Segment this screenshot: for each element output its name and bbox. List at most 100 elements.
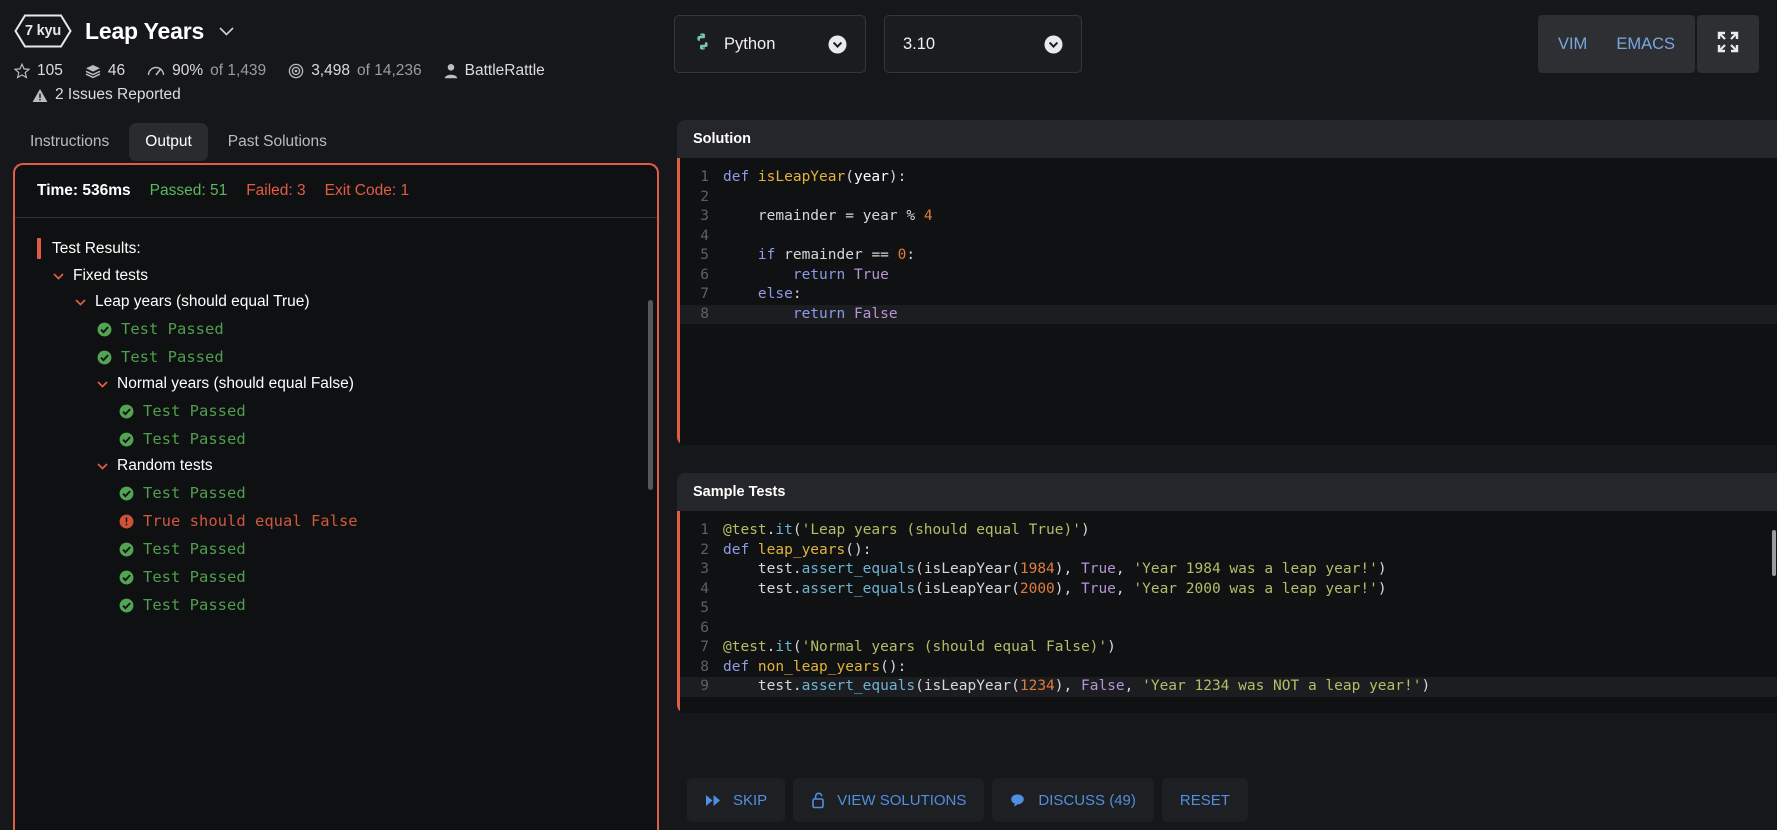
editor-mode-controls: VIM EMACS (1537, 15, 1759, 73)
code-line: 3 remainder = year % 4 (677, 207, 1777, 227)
code-line: 4 test.assert_equals(isLeapYear(2000), T… (677, 580, 1777, 600)
unlock-icon (811, 792, 826, 809)
editor-toolbar: Python 3.10 VIM EMACS (672, 0, 1777, 88)
test-group-row[interactable]: Leap years (should equal True) (15, 289, 657, 315)
test-result-label: Test Passed (121, 348, 224, 366)
output-summary-bar: Time: 536ms Passed: 51 Failed: 3 Exit Co… (15, 165, 657, 218)
test-passed-row: Test Passed (15, 343, 657, 371)
stat-satisfaction: 90% of 1,439 (147, 62, 266, 80)
test-group-label: Leap years (should equal True) (95, 293, 310, 310)
chevron-down-icon[interactable] (219, 26, 234, 36)
line-number: 1 (700, 522, 709, 538)
stat-satisfaction-total: of 1,439 (210, 62, 267, 79)
kata-header: 7 kyu Leap Years 105 46 90% of 1,439 3,4… (0, 0, 672, 104)
line-number: 7 (700, 639, 709, 655)
test-passed-row: Test Passed (15, 535, 657, 563)
sample-tests-code-editor[interactable]: 1 @test.it('Leap years (should equal True… (677, 511, 1777, 713)
line-number: 2 (700, 541, 709, 558)
skip-button[interactable]: SKIP (687, 778, 786, 822)
code-line: 2 (677, 188, 1777, 208)
check-circle-icon (119, 486, 134, 501)
code-line-content: test.assert_equals(isLeapYear(1984), Tru… (723, 561, 1387, 577)
test-passed-row: Test Passed (15, 479, 657, 507)
vim-mode-button[interactable]: VIM (1558, 35, 1587, 54)
code-line: 6 (677, 619, 1777, 639)
solution-code-editor[interactable]: 1 def isLeapYear(year): 2 3 remainder = yea… (677, 158, 1777, 445)
tab-output[interactable]: Output (129, 123, 208, 161)
line-number: 4 (700, 580, 709, 597)
discuss-button[interactable]: DISCUSS (49) (992, 778, 1154, 822)
tab-instructions[interactable]: Instructions (14, 123, 125, 161)
emacs-mode-button[interactable]: EMACS (1616, 35, 1675, 54)
content-tabs: Instructions Output Past Solutions (14, 123, 672, 161)
line-number: 5 (700, 600, 709, 616)
editor-accent-bar (677, 511, 680, 713)
test-group-row[interactable]: Normal years (should equal False) (15, 371, 657, 397)
code-line: 3 test.assert_equals(isLeapYear(1984), T… (677, 560, 1777, 580)
output-failed-count: Failed: 3 (246, 182, 306, 199)
output-scrollbar-thumb[interactable] (648, 300, 653, 490)
kyu-rank-badge: 7 kyu (14, 14, 72, 48)
code-line: 2 def leap_years(): (677, 541, 1777, 561)
page-scrollbar-thumb[interactable] (1772, 530, 1776, 576)
output-body: Test Results: Fixed tests Leap years (sho… (15, 218, 657, 830)
stat-stars-value: 105 (37, 62, 63, 79)
test-group-row[interactable]: Fixed tests (15, 263, 657, 289)
line-number: 4 (700, 227, 709, 244)
discuss-label: DISCUSS (49) (1038, 791, 1136, 809)
view-solutions-button[interactable]: VIEW SOLUTIONS (793, 778, 985, 822)
kata-stats: 105 46 90% of 1,439 3,498 of 14,236 Batt… (14, 62, 672, 80)
test-result-label: Test Passed (143, 430, 246, 448)
test-group-label: Normal years (should equal False) (117, 375, 354, 392)
test-passed-row: Test Passed (15, 425, 657, 453)
check-circle-icon (119, 598, 134, 613)
chevron-down-icon[interactable] (97, 380, 108, 388)
test-results-label: Test Results: (52, 239, 141, 257)
reset-label: RESET (1179, 791, 1230, 809)
results-accent-bar (37, 238, 41, 259)
line-number: 1 (700, 169, 709, 185)
stat-collections: 46 (85, 62, 125, 80)
chevron-down-icon[interactable] (97, 462, 108, 470)
test-group-label: Fixed tests (73, 267, 148, 284)
test-result-label: Test Passed (143, 402, 246, 420)
view-solutions-label: VIEW SOLUTIONS (837, 791, 967, 809)
code-line-content: def leap_years(): (723, 541, 872, 558)
check-circle-icon (97, 322, 112, 337)
chevron-down-icon (828, 35, 847, 54)
reset-button[interactable]: RESET (1161, 778, 1248, 822)
expand-arrows-icon (1717, 31, 1739, 58)
line-number: 6 (700, 619, 709, 636)
line-number: 3 (700, 208, 709, 224)
language-selector[interactable]: Python (674, 15, 866, 73)
warning-triangle-icon (32, 88, 48, 103)
code-line: 1 @test.it('Leap years (should equal True… (677, 521, 1777, 541)
fullscreen-toggle-button[interactable] (1697, 15, 1759, 73)
codewars-kata-trainer: 7 kyu Leap Years 105 46 90% of 1,439 3,4… (0, 0, 1777, 830)
code-line-content: test.assert_equals(isLeapYear(2000), Tru… (723, 580, 1387, 597)
stat-satisfaction-value: 90% (172, 62, 204, 79)
test-result-label: Test Passed (143, 596, 246, 614)
line-number: 5 (700, 247, 709, 263)
issues-reported[interactable]: 2 Issues Reported (32, 86, 672, 104)
stat-author-name: BattleRattle (464, 62, 545, 79)
chevron-down-icon[interactable] (53, 272, 64, 280)
test-group-row[interactable]: Random tests (15, 453, 657, 479)
chevron-down-icon (1044, 35, 1063, 54)
test-results-tree: Fixed tests Leap years (should equal True… (15, 263, 657, 619)
left-column: 7 kyu Leap Years 105 46 90% of 1,439 3,4… (0, 0, 672, 830)
fast-forward-icon (705, 794, 722, 807)
page-title: Leap Years (85, 17, 205, 44)
tab-past-solutions[interactable]: Past Solutions (212, 123, 343, 161)
editor-accent-bar (677, 158, 680, 445)
version-selector[interactable]: 3.10 (884, 15, 1082, 73)
chevron-down-icon[interactable] (75, 298, 86, 306)
code-line-content: def isLeapYear(year): (723, 169, 907, 185)
code-line-content: return False (792, 305, 898, 322)
test-passed-row: Test Passed (15, 591, 657, 619)
stat-author[interactable]: BattleRattle (444, 62, 545, 80)
code-line-content: else: (757, 286, 802, 302)
star-icon (14, 63, 30, 79)
error-circle-icon (119, 514, 134, 529)
gauge-icon (147, 64, 165, 78)
